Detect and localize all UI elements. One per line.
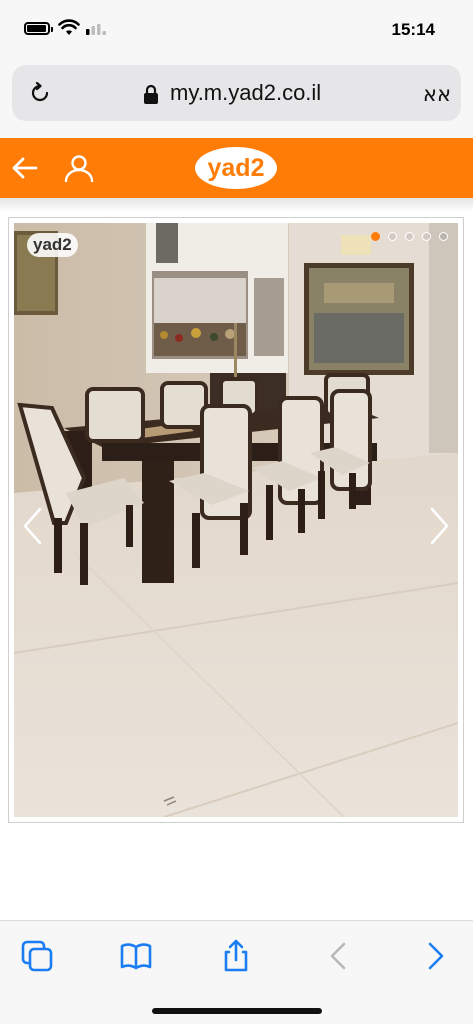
site-header: yad2: [0, 138, 473, 198]
signal-icon: [86, 24, 106, 35]
back-arrow-icon[interactable]: [10, 153, 40, 183]
chevron-left-icon[interactable]: [20, 505, 44, 547]
photo-watermark: yad2: [27, 233, 78, 257]
gallery-dot-2[interactable]: [388, 232, 397, 242]
battery-icon: [24, 22, 53, 35]
gallery-dot-1[interactable]: [371, 232, 380, 242]
gallery-pagination: [363, 228, 448, 242]
url-text[interactable]: my.m.yad2.co.il: [170, 80, 321, 106]
reload-icon[interactable]: [29, 82, 51, 104]
bookmarks-icon[interactable]: [119, 939, 153, 973]
status-bar: 15:14: [0, 0, 473, 60]
back-chevron-icon[interactable]: [322, 939, 356, 973]
listing-photo[interactable]: yad2: [14, 223, 458, 817]
chevron-right-icon[interactable]: [428, 505, 452, 547]
lock-icon: [144, 84, 158, 104]
image-gallery[interactable]: yad2: [8, 217, 464, 823]
browser-address-area: my.m.yad2.co.il אא: [0, 60, 473, 138]
site-logo[interactable]: yad2: [195, 147, 277, 189]
share-icon[interactable]: [219, 939, 253, 973]
gallery-dot-3[interactable]: [405, 232, 414, 242]
header-shadow: [0, 198, 473, 212]
forward-chevron-icon[interactable]: [418, 939, 452, 973]
address-bar[interactable]: my.m.yad2.co.il אא: [12, 65, 461, 121]
wifi-icon: [58, 19, 80, 35]
text-size-button[interactable]: אא: [423, 82, 451, 106]
gallery-dot-5[interactable]: [439, 232, 448, 242]
status-time: 15:14: [391, 20, 435, 39]
dining-room-photo: [14, 223, 458, 817]
user-icon[interactable]: [63, 152, 95, 184]
gallery-dot-4[interactable]: [422, 232, 431, 242]
tabs-icon[interactable]: [20, 939, 54, 973]
home-indicator[interactable]: [152, 1008, 322, 1014]
